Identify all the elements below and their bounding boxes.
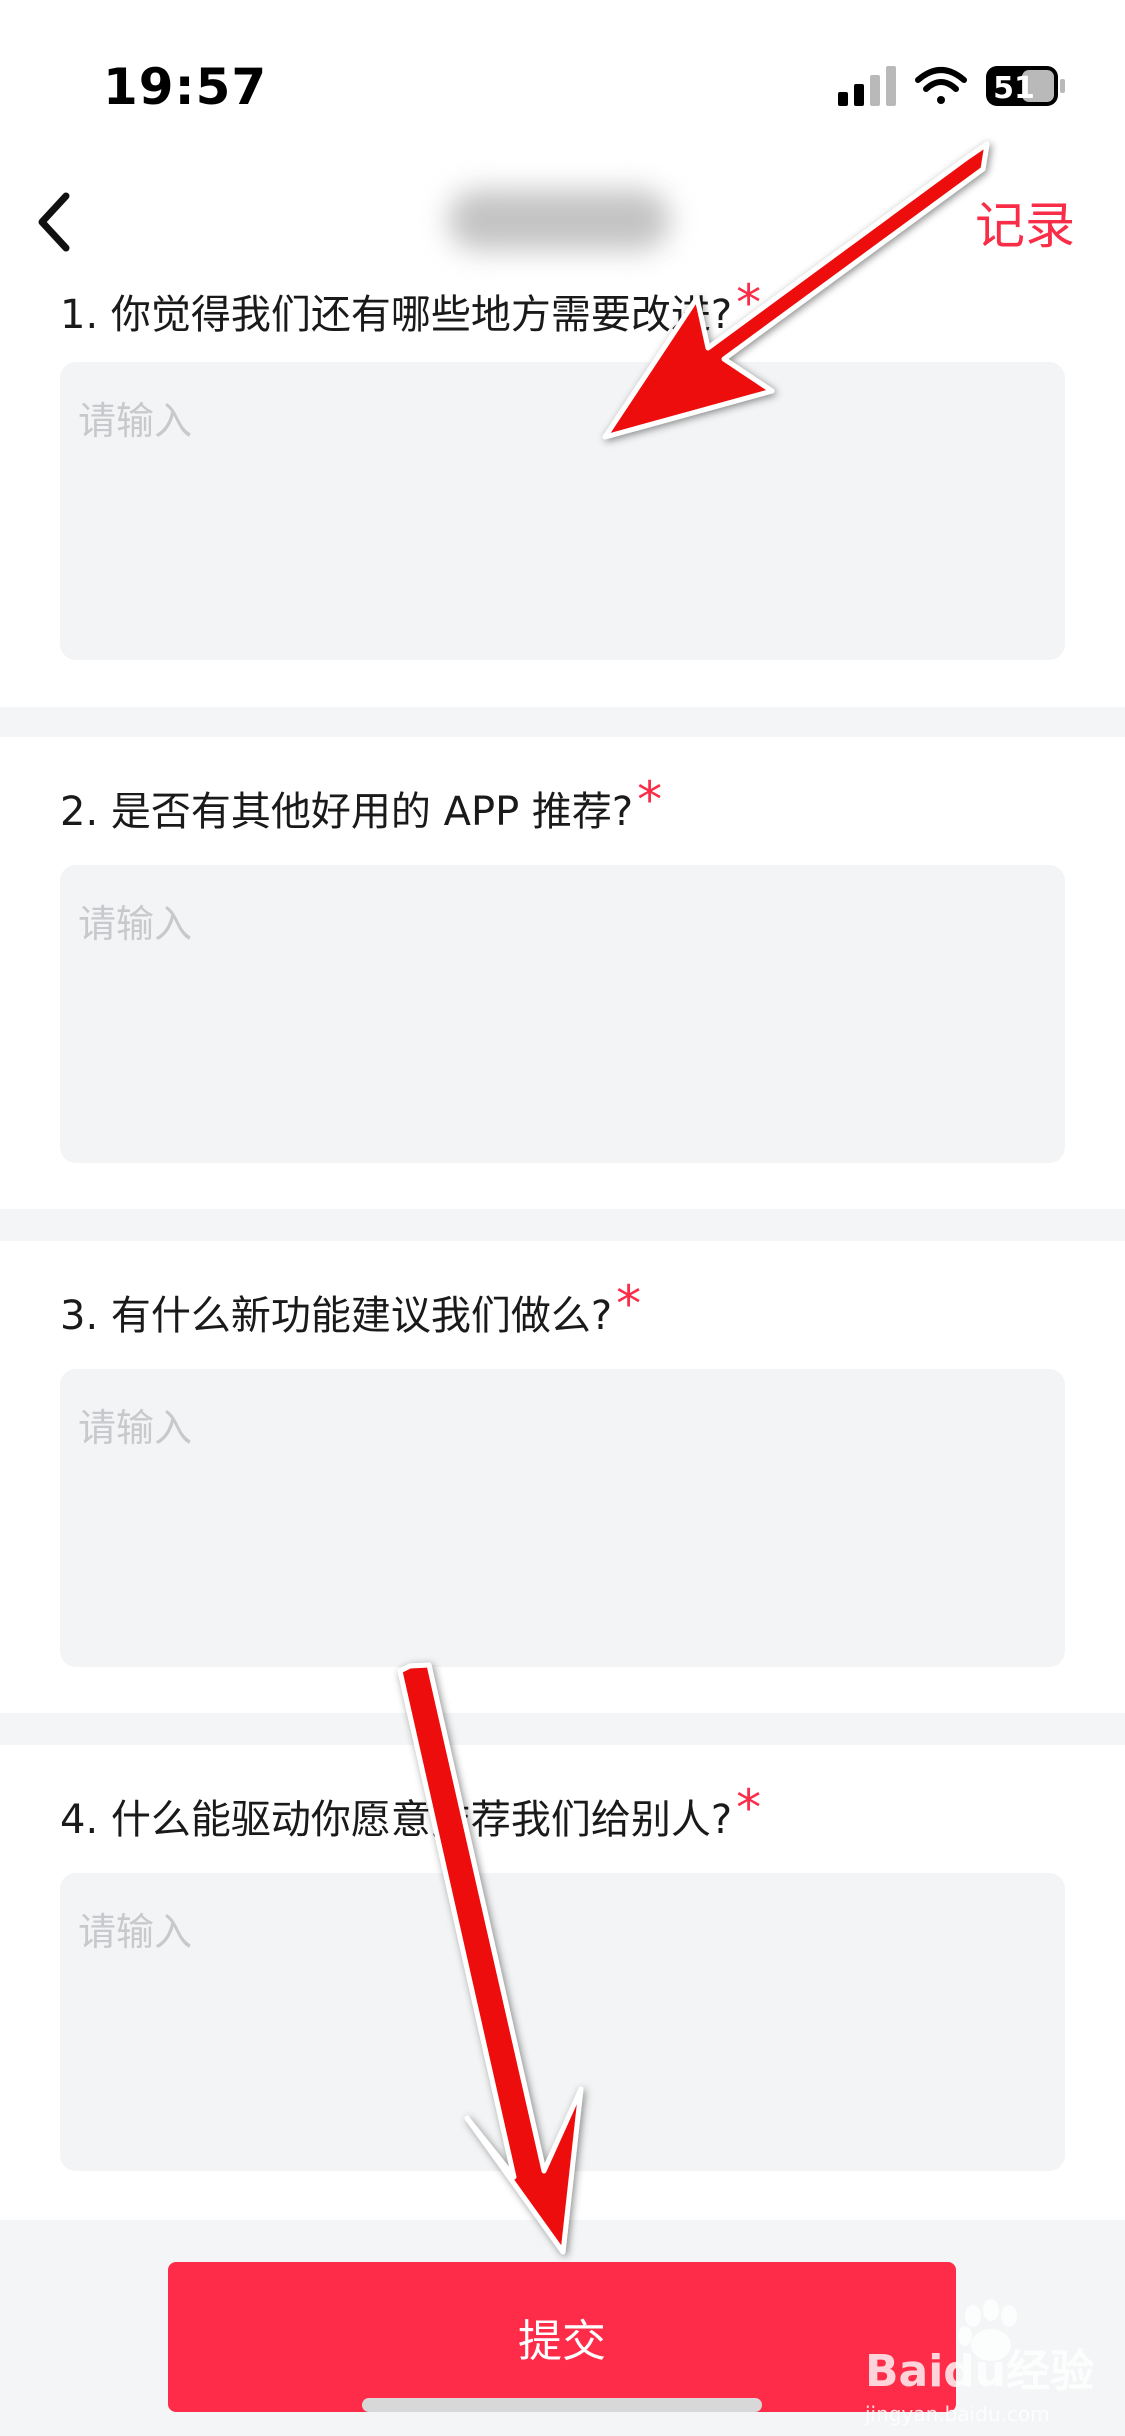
watermark-url: jingyan.baidu.com [865, 2402, 1050, 2426]
answer-input-4[interactable] [60, 1873, 1065, 2171]
required-star-3: * [616, 1275, 642, 1333]
question-text-1: 1. 你觉得我们还有哪些地方需要改进? [60, 292, 733, 338]
answer-input-2[interactable] [60, 865, 1065, 1163]
required-star-2: * [637, 771, 663, 829]
battery-level: 51 [993, 71, 1035, 106]
question-label-1: 1. 你觉得我们还有哪些地方需要改进?* [60, 274, 761, 340]
signal-icon [838, 66, 896, 106]
question-label-3: 3. 有什么新功能建议我们做么?* [60, 1275, 641, 1341]
answer-input-1[interactable] [60, 362, 1065, 660]
question-label-2: 2. 是否有其他好用的 APP 推荐?* [60, 771, 662, 837]
question-section-2: 2. 是否有其他好用的 APP 推荐?* [0, 737, 1125, 1209]
required-star-1: * [736, 274, 762, 332]
status-bar: 19:57 51 [0, 0, 1125, 160]
question-text-4: 4. 什么能驱动你愿意推荐我们给别人? [60, 1797, 733, 1843]
question-text-3: 3. 有什么新功能建议我们做么? [60, 1293, 613, 1339]
wifi-icon [915, 67, 967, 104]
required-star-4: * [736, 1779, 762, 1837]
watermark-logo: Baidu经验 [865, 2346, 1094, 2397]
nav-bar: 记录 [0, 160, 1125, 284]
baidu-paw-icon: Baidu经验 [865, 2299, 1094, 2397]
home-indicator [362, 2398, 762, 2412]
status-icons: 51 [838, 66, 1065, 106]
battery-icon: 51 [986, 66, 1065, 106]
record-link[interactable]: 记录 [975, 186, 1075, 258]
question-section-4: 4. 什么能驱动你愿意推荐我们给别人?* [0, 1745, 1125, 2220]
question-section-1: 1. 你觉得我们还有哪些地方需要改进?* [0, 274, 1125, 707]
question-text-2: 2. 是否有其他好用的 APP 推荐? [60, 789, 634, 835]
chevron-left-icon [38, 192, 70, 252]
question-label-4: 4. 什么能驱动你愿意推荐我们给别人?* [60, 1779, 761, 1845]
back-button[interactable] [18, 182, 98, 262]
question-section-3: 3. 有什么新功能建议我们做么?* [0, 1241, 1125, 1713]
page-title-blurred [448, 190, 670, 250]
answer-input-3[interactable] [60, 1369, 1065, 1667]
submit-button[interactable]: 提交 [168, 2262, 956, 2412]
status-time: 19:57 [103, 58, 268, 116]
